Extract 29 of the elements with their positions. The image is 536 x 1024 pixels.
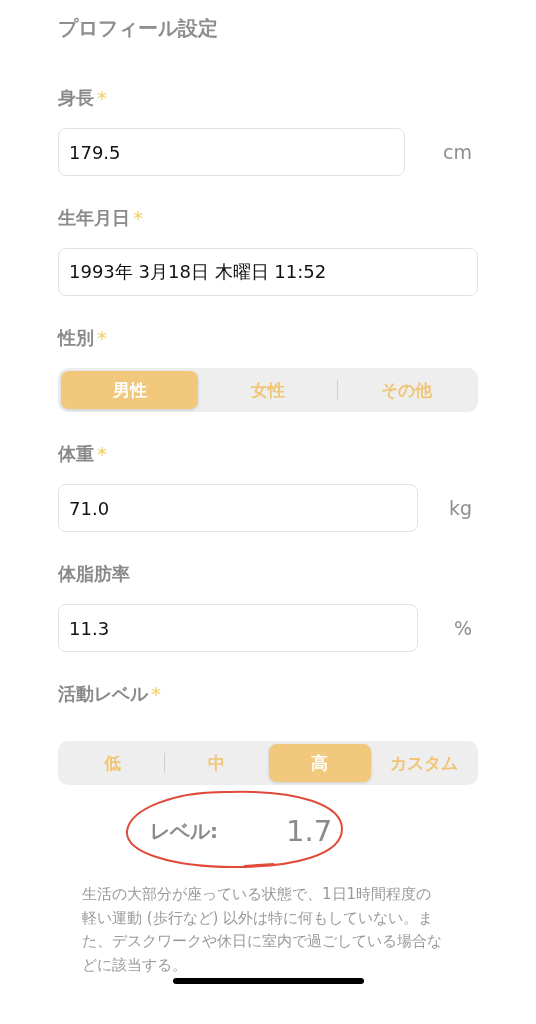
required-mark: *: [97, 86, 107, 110]
field-label: 性別: [58, 326, 94, 350]
segment-option[interactable]: カスタム: [372, 744, 475, 782]
level-value: 1.7: [286, 814, 333, 848]
unit-label: kg: [448, 497, 472, 519]
required-mark: *: [133, 206, 143, 230]
required-mark: *: [97, 442, 107, 466]
segment-option[interactable]: 男性: [61, 371, 199, 409]
description-text: 生活の大部分が座っている状態で、1日1時間程度の軽い運動 (歩行など) 以外は特に何もしていない。また、デスクワークや休日に室内で過ごしている場合などに該当する。: [82, 884, 443, 976]
field-label: 身長: [58, 86, 94, 110]
input-field[interactable]: 71.0: [58, 484, 418, 532]
field-label: 体脂肪率: [58, 562, 130, 586]
required-mark: *: [151, 682, 161, 706]
segment-option[interactable]: 女性: [199, 371, 337, 409]
segment-option[interactable]: 低: [61, 744, 164, 782]
unit-label: %: [453, 617, 472, 639]
input-field[interactable]: 1993年 3月18日 木曜日 11:52: [58, 248, 478, 296]
field-label: 活動レベル: [58, 682, 148, 706]
field-label: 体重: [58, 442, 94, 466]
input-field[interactable]: 179.5: [58, 128, 405, 176]
segment-option[interactable]: その他: [337, 371, 475, 409]
required-mark: *: [97, 326, 107, 350]
unit-label: cm: [443, 141, 472, 163]
segment-option[interactable]: 高: [268, 744, 372, 782]
input-field[interactable]: 11.3: [58, 604, 418, 652]
field-label: 生年月日: [58, 206, 130, 230]
level-label: レベル:: [150, 817, 218, 845]
page-title: プロフィール設定: [58, 15, 219, 42]
segment-option[interactable]: 中: [164, 744, 268, 782]
